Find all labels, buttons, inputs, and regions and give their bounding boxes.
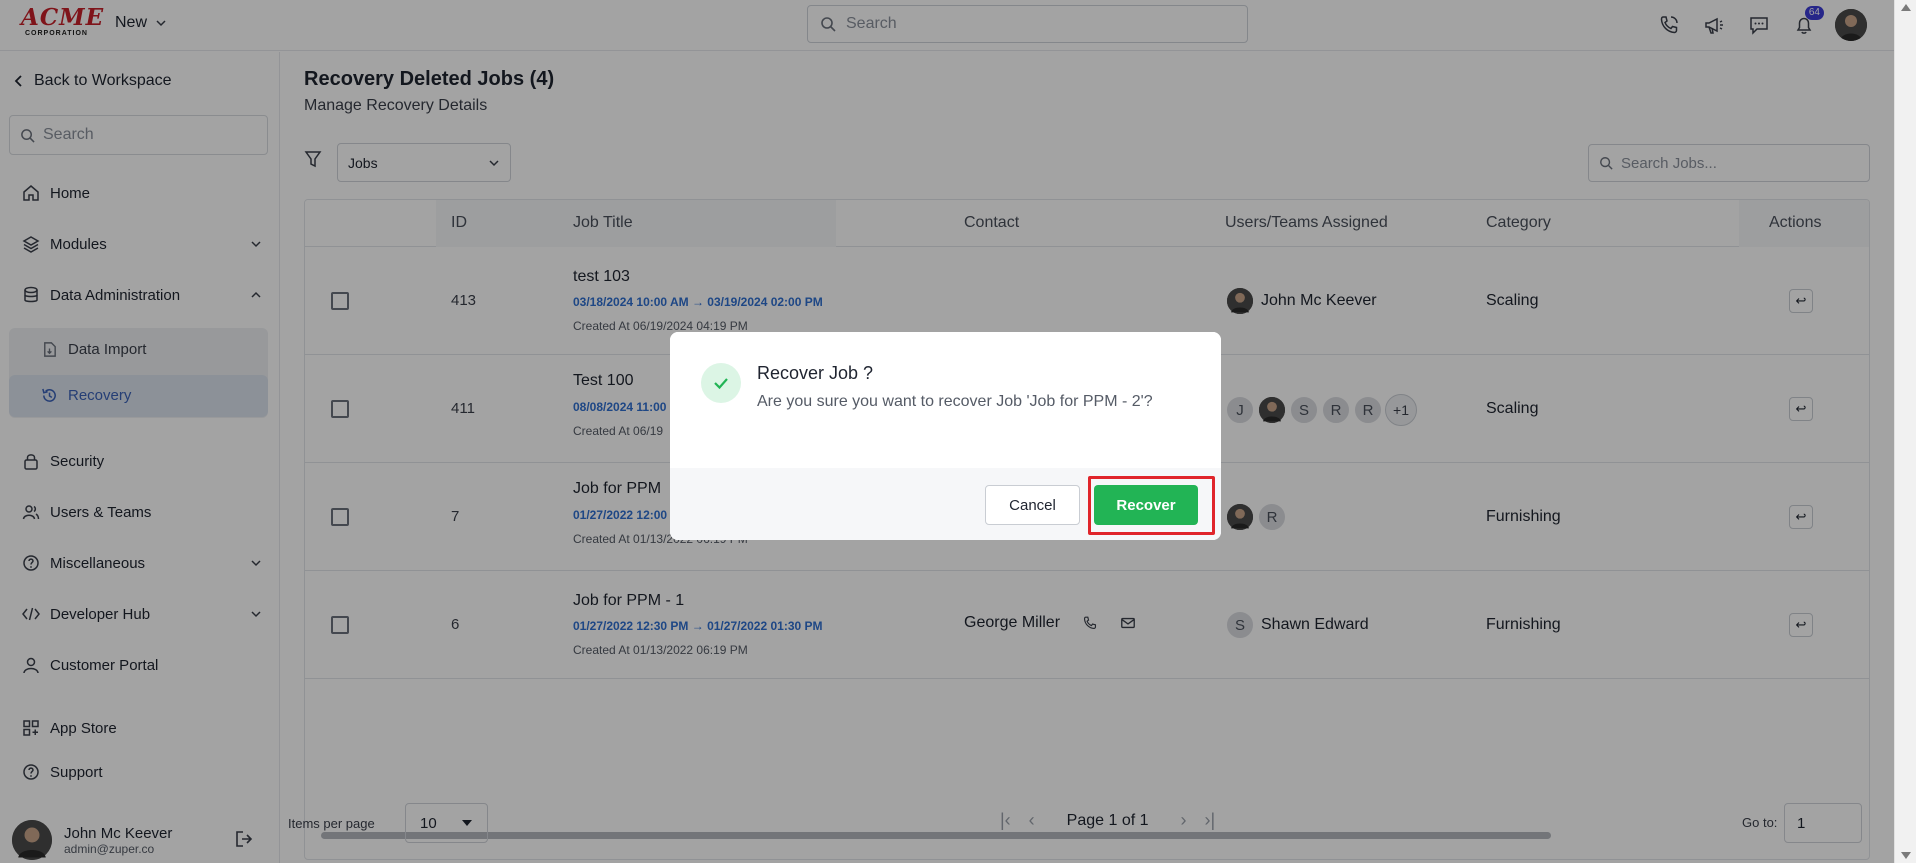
dialog-title: Recover Job ? xyxy=(757,363,874,383)
scroll-down-arrow-icon[interactable] xyxy=(1901,852,1911,859)
check-icon xyxy=(701,363,741,403)
vertical-scrollbar[interactable] xyxy=(1894,0,1916,863)
recover-button-highlight xyxy=(1088,476,1215,535)
scroll-up-arrow-icon[interactable] xyxy=(1901,4,1911,11)
cancel-button[interactable]: Cancel xyxy=(985,485,1080,525)
dialog-body: Recover Job ? Are you sure you want to r… xyxy=(670,332,1221,468)
dialog-message: Are you sure you want to recover Job 'Jo… xyxy=(757,393,1153,410)
